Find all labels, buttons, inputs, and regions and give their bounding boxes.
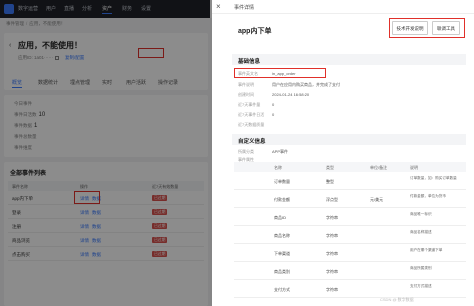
watermark-text: CSDN @ 数字数据 (380, 297, 414, 302)
field-value: in_app_order (272, 71, 296, 76)
prop-desc: 商品名称描述 (410, 230, 432, 234)
table-row: 商品ID 字符串 商品唯一标识 (234, 208, 466, 226)
prop-desc: 付款金额，单位为货币 (410, 194, 446, 198)
prop-desc: 支付方式描述 (410, 284, 432, 288)
modal-backdrop[interactable] (0, 0, 212, 306)
prop-name: 支付方式 (274, 287, 290, 292)
field-label: 创建时间 (238, 92, 254, 97)
event-name-title: app内下单 (238, 28, 272, 35)
field-label: 近7天数据质量 (238, 122, 265, 127)
prop-name: 商品ID (274, 215, 286, 220)
field-value: 0 (272, 112, 275, 117)
prop-type: 整型 (326, 179, 334, 184)
field-value: 用户在应用内购买商品，并完成了支付 (272, 82, 340, 87)
screenshot-root: 数字运营 用户 直播 分析 资产 财务 设置 事件管理 / 应用，不能使用！ ‹ 应… (0, 0, 474, 306)
field-value: 0 (272, 102, 275, 107)
field-row: 所属分类 APP事件 (238, 149, 288, 155)
prop-name: 商品类别 (274, 269, 290, 274)
field-value: APP事件 (272, 149, 289, 154)
section-title: 自定义信息 (238, 139, 266, 145)
prop-desc: 商品所属类别 (410, 266, 432, 270)
prop-name: 付款金额 (274, 197, 290, 202)
prop-name: 商品名称 (274, 233, 290, 238)
prop-type: 字符串 (326, 251, 338, 256)
drawer-title: 事件详情 (234, 5, 255, 11)
test-tool-button[interactable]: 联调工具 (432, 21, 460, 35)
field-label: 近7天事件日活 (238, 112, 265, 117)
column-header: 单位/备注 (370, 165, 388, 170)
prop-desc: 商品唯一标识 (410, 212, 432, 216)
section-custom-info: 自定义信息 (232, 134, 466, 145)
prop-type: 字符串 (326, 269, 338, 274)
column-header: 说明 (410, 165, 418, 170)
prop-type: 字符串 (326, 287, 338, 292)
dev-doc-button[interactable]: 技术开发说明 (392, 21, 428, 35)
table-row: 付款金额 浮点型 元/美元 付款金额，单位为货币 (234, 190, 466, 208)
prop-name: 下单渠道 (274, 251, 290, 256)
prop-type: 字符串 (326, 215, 338, 220)
prop-type: 浮点型 (326, 197, 338, 202)
field-label: 所属分类 (238, 149, 254, 154)
table-header: 名称 类型 单位/备注 说明 (234, 162, 466, 172)
prop-unit: 元/美元 (370, 197, 384, 202)
close-icon[interactable]: × (216, 2, 221, 11)
field-row: 创建时间 2024-01-24 16:58:20 (238, 92, 309, 98)
field-row: 近7天事件量 0 (238, 102, 274, 108)
field-row: 事件说明 用户在应用内购买商品，并完成了支付 (238, 82, 340, 88)
field-row: 近7天数据质量 (238, 122, 264, 128)
column-header: 名称 (274, 165, 282, 170)
field-row: 近7天事件日活 0 (238, 112, 274, 118)
table-row: 商品类别 字符串 商品所属类别 (234, 262, 466, 280)
field-label: 近7天事件量 (238, 102, 261, 107)
prop-desc: 用户在哪个渠道下单 (410, 248, 443, 252)
field-label: 事件说明 (238, 82, 254, 87)
section-title: 基础信息 (238, 59, 261, 65)
field-value: 2024-01-24 16:58:20 (272, 92, 310, 97)
table-row: 支付方式 字符串 支付方式描述 (234, 280, 466, 298)
event-detail-drawer: × 事件详情 app内下单 技术开发说明 联调工具 基础信息 事件英文名 in_a… (212, 0, 474, 306)
table-row: 订单数量 整型 订单数量，如：购买订单数量 (234, 172, 466, 190)
field-label: 事件英文名 (238, 71, 258, 76)
event-properties-table: 名称 类型 单位/备注 说明 订单数量 整型 订单数量，如：购买订单数量 付款金… (234, 162, 466, 306)
column-header: 类型 (326, 165, 334, 170)
table-row: 下单渠道 字符串 用户在哪个渠道下单 (234, 244, 466, 262)
prop-name: 订单数量 (274, 179, 290, 184)
section-basic-info: 基础信息 (232, 54, 466, 65)
prop-type: 字符串 (326, 233, 338, 238)
prop-desc: 订单数量，如：购买订单数量 (410, 176, 457, 180)
field-row: 事件英文名 in_app_order (238, 71, 296, 77)
drawer-header: × 事件详情 (212, 0, 474, 14)
table-row: 商品名称 字符串 商品名称描述 (234, 226, 466, 244)
